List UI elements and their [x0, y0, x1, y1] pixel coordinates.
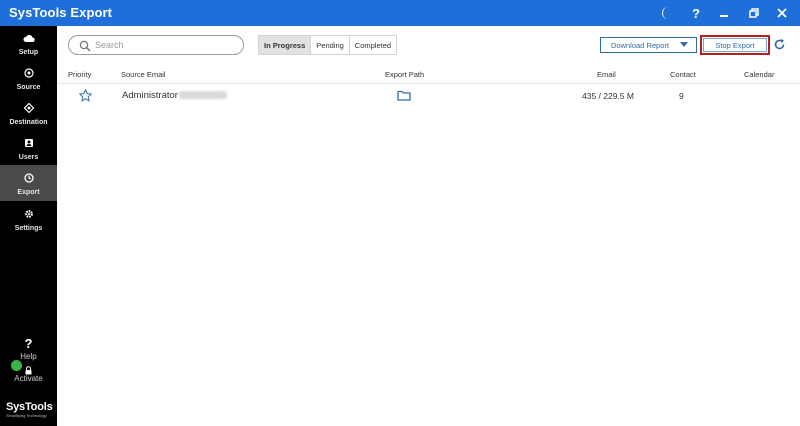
gear-icon	[24, 207, 34, 221]
chevron-down-icon	[680, 42, 688, 47]
help-icon[interactable]: ?	[682, 0, 710, 26]
search-input[interactable]	[95, 38, 235, 52]
contact-count-cell: 9	[679, 91, 684, 101]
systools-logo: SysTools Simplifying Technology	[6, 401, 56, 418]
search-icon	[79, 39, 91, 57]
table-row[interactable]: Administrator 435 / 229.5 M 9	[57, 85, 800, 107]
column-calendar[interactable]: Calendar	[744, 70, 774, 79]
source-icon	[23, 66, 34, 80]
stop-export-button[interactable]: Stop Export	[703, 38, 767, 52]
sidebar-item-export[interactable]: Export	[0, 165, 57, 201]
star-icon[interactable]	[78, 88, 93, 104]
sidebar-item-label: Settings	[14, 225, 43, 232]
tab-pending[interactable]: Pending	[311, 36, 350, 54]
sidebar-item-setup[interactable]: Setup	[0, 28, 57, 64]
question-icon: ?	[24, 336, 33, 351]
stop-export-highlight: Stop Export	[700, 35, 770, 55]
sidebar-item-label: Setup	[18, 49, 39, 56]
sidebar-item-label: Export	[17, 189, 40, 196]
status-dot-icon	[11, 360, 22, 371]
search-box[interactable]	[68, 35, 244, 55]
sidebar-item-source[interactable]: Source	[0, 63, 57, 99]
tab-in-progress[interactable]: In Progress	[259, 36, 312, 54]
folder-icon[interactable]	[397, 90, 411, 103]
cloud-icon	[23, 31, 35, 45]
restore-icon[interactable]	[740, 0, 768, 26]
brand-name: SysTools	[6, 401, 53, 413]
sidebar-item-label: Source	[16, 84, 41, 91]
export-clock-icon	[23, 171, 34, 185]
sidebar: Setup Source Destination Users Export Se…	[0, 26, 57, 426]
sidebar-item-users[interactable]: Users	[0, 133, 57, 169]
column-contact[interactable]: Contact	[670, 70, 696, 79]
column-export-path[interactable]: Export Path	[385, 70, 424, 79]
status-tabs: In Progress Pending Completed	[258, 35, 398, 55]
source-email-cell: Administrator	[122, 90, 227, 101]
sidebar-item-label: Users	[18, 154, 39, 161]
title-bar: SysTools Export ?	[0, 0, 800, 26]
moon-icon[interactable]	[652, 0, 680, 26]
activate-button[interactable]: Activate	[0, 360, 57, 384]
window-title: SysTools Export	[9, 5, 113, 20]
minimize-icon[interactable]	[710, 0, 738, 26]
source-email-text: Administrator	[122, 90, 178, 101]
users-icon	[24, 136, 34, 150]
brand-tagline: Simplifying Technology	[6, 413, 47, 418]
sidebar-item-label: Destination	[9, 119, 48, 126]
email-count-cell: 435 / 229.5 M	[582, 91, 634, 101]
table-header: Priority Source Email Export Path Email …	[57, 66, 800, 84]
tab-completed[interactable]: Completed	[349, 36, 397, 54]
sidebar-item-destination[interactable]: Destination	[0, 98, 57, 134]
help-button[interactable]: ? Help	[0, 336, 57, 361]
download-report-label: Download Report	[611, 40, 669, 50]
sidebar-item-settings[interactable]: Settings	[0, 204, 57, 240]
refresh-icon[interactable]	[773, 38, 786, 56]
download-report-button[interactable]: Download Report	[600, 37, 697, 53]
redacted-text	[178, 91, 227, 100]
column-priority[interactable]: Priority	[68, 70, 91, 79]
column-source-email[interactable]: Source Email	[121, 70, 166, 79]
activate-label: Activate	[14, 374, 43, 383]
close-icon[interactable]	[768, 0, 796, 26]
destination-icon	[23, 101, 34, 115]
column-email[interactable]: Email	[597, 70, 616, 79]
